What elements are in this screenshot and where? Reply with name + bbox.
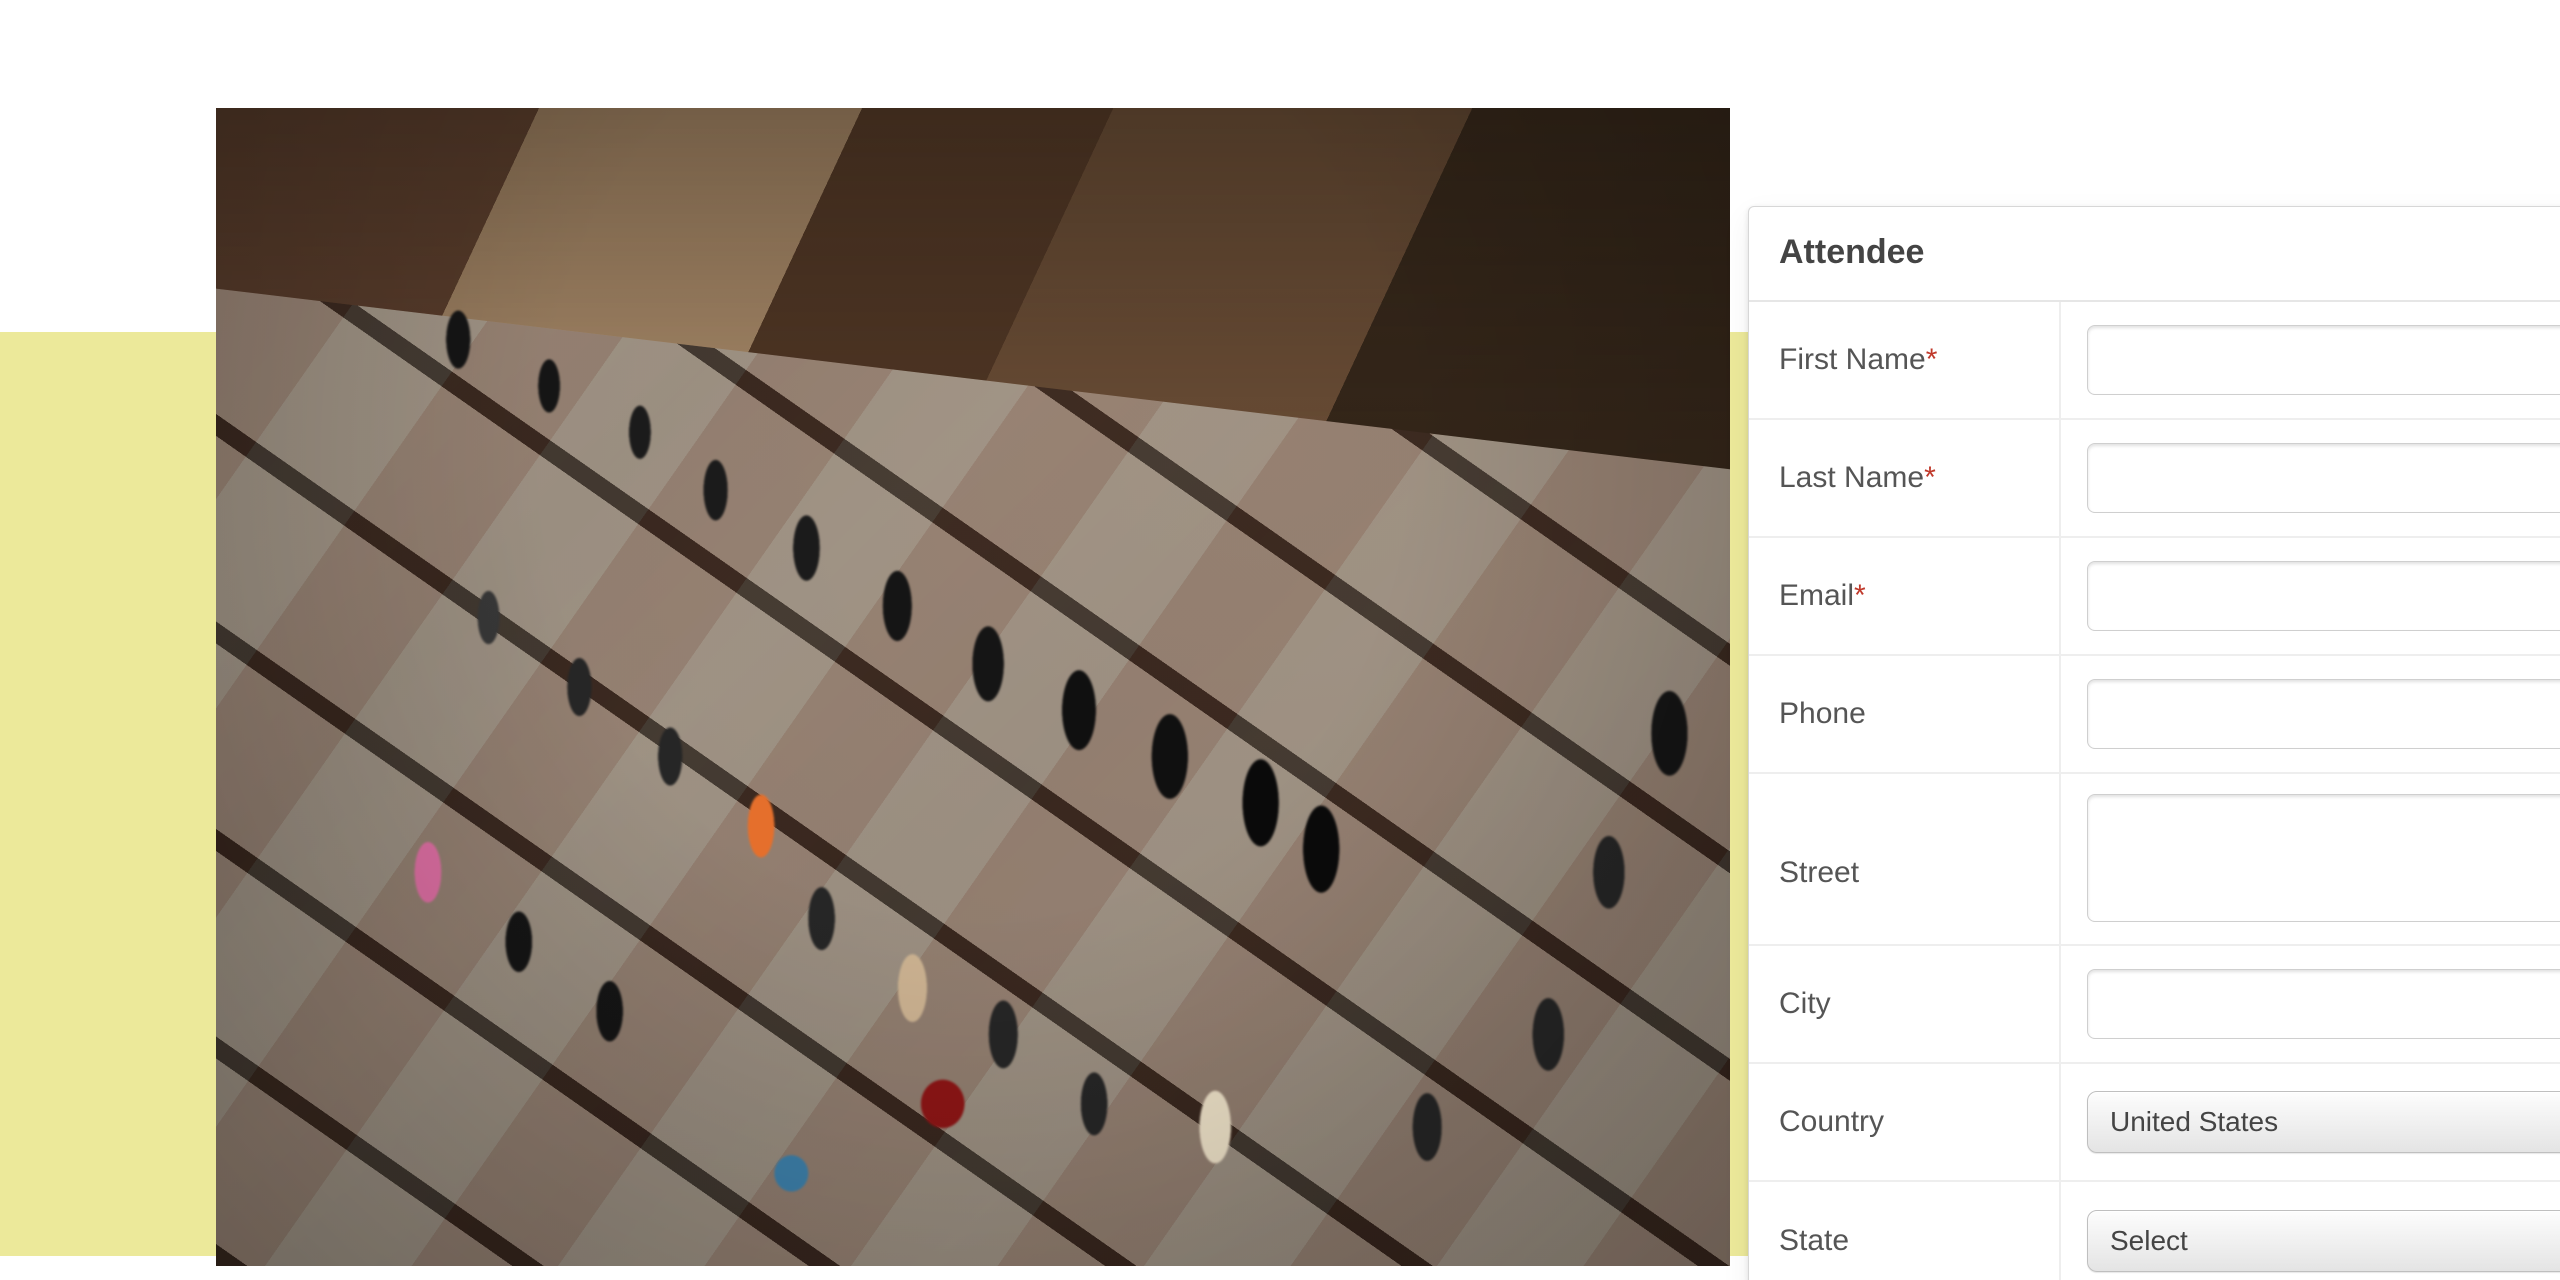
label-first-name: First Name* <box>1749 302 2061 418</box>
first-name-input[interactable] <box>2087 325 2560 395</box>
label-text: Street <box>1779 856 1859 890</box>
label-country: Country <box>1749 1064 2061 1180</box>
required-marker: * <box>1854 579 1866 613</box>
label-text: Last Name <box>1779 461 1924 495</box>
row-street: Street <box>1749 774 2560 946</box>
row-city: City <box>1749 946 2560 1064</box>
phone-input[interactable] <box>2087 679 2560 749</box>
label-text: State <box>1779 1224 1849 1258</box>
label-email: Email* <box>1749 538 2061 654</box>
last-name-input[interactable] <box>2087 443 2560 513</box>
attendee-form: Attendee First Name* <box>1748 206 2560 1280</box>
row-last-name: Last Name* <box>1749 420 2560 538</box>
crowd-photo <box>216 108 1730 1266</box>
label-text: City <box>1779 987 1831 1021</box>
label-text: First Name <box>1779 343 1926 377</box>
required-marker: * <box>1926 343 1938 377</box>
label-street: Street <box>1749 774 2061 944</box>
form-title: Attendee <box>1749 207 2560 302</box>
label-city: City <box>1749 946 2061 1062</box>
row-email: Email* <box>1749 538 2560 656</box>
label-text: Phone <box>1779 697 1866 731</box>
row-first-name: First Name* <box>1749 302 2560 420</box>
label-text: Country <box>1779 1105 1884 1139</box>
canvas: Attendee First Name* <box>0 0 2560 1280</box>
state-selected-value: Select <box>2110 1225 2188 1257</box>
required-marker: * <box>1924 461 1936 495</box>
row-country: Country United States <box>1749 1064 2560 1182</box>
state-select[interactable]: Select <box>2087 1210 2560 1272</box>
row-state: State Select <box>1749 1182 2560 1280</box>
email-input[interactable] <box>2087 561 2560 631</box>
label-last-name: Last Name* <box>1749 420 2061 536</box>
label-phone: Phone <box>1749 656 2061 772</box>
row-phone: Phone <box>1749 656 2560 774</box>
city-input[interactable] <box>2087 969 2560 1039</box>
country-select[interactable]: United States <box>2087 1091 2560 1153</box>
street-textarea[interactable] <box>2087 794 2560 922</box>
country-selected-value: United States <box>2110 1106 2278 1138</box>
label-text: Email <box>1779 579 1854 613</box>
label-state: State <box>1749 1182 2061 1280</box>
